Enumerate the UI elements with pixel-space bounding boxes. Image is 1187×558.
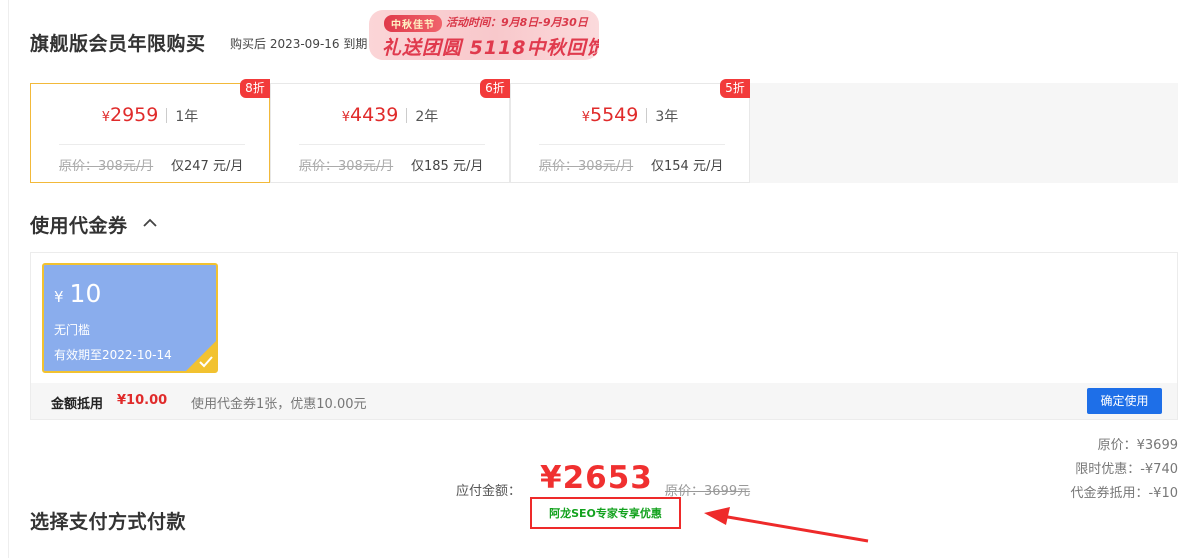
plan-card-3-year[interactable]: 5折 ¥5549 3年 原价：308元/月 仅154 元/月	[510, 79, 750, 183]
discount-badge: 6折	[480, 79, 510, 98]
promo-headline: 礼送团圆 5118中秋回馈	[382, 37, 599, 59]
discount-badge: 5折	[720, 79, 750, 98]
summary-original-price: 原价：¥3699	[1097, 438, 1178, 453]
summary-limited-discount: 限时优惠：-¥740	[1075, 462, 1178, 477]
confirm-voucher-button[interactable]: 确定使用	[1087, 388, 1162, 414]
voucher-card[interactable]: ¥10 无门槛 有效期至2022-10-14	[42, 263, 218, 373]
summary-voucher-deduction: 代金券抵用：-¥10	[1070, 486, 1178, 501]
plan-monthly-price: 仅247 元/月	[171, 159, 244, 174]
plan-monthly-price: 仅154 元/月	[651, 159, 724, 174]
promo-tag: 中秋佳节	[384, 15, 442, 32]
voucher-validity: 有效期至2022-10-14	[54, 348, 172, 362]
discount-note: 阿龙SEO专家专享优惠	[549, 507, 662, 520]
voucher-panel: ¥10 无门槛 有效期至2022-10-14 金额抵用 ¥10.00 使用代金券…	[30, 252, 1178, 420]
plan-price-row: ¥4439 2年	[271, 104, 509, 126]
voucher-summary-bar: 金额抵用 ¥10.00 使用代金券1张，优惠10.00元 确定使用	[31, 383, 1177, 419]
voucher-section-title: 使用代金券	[30, 215, 128, 237]
discount-annotation-box: 阿龙SEO专家专享优惠	[530, 497, 681, 529]
plan-card-2-year[interactable]: 6折 ¥4439 2年 原价：308元/月 仅185 元/月	[270, 79, 510, 183]
divider	[59, 144, 245, 145]
divider	[299, 144, 485, 145]
deduct-amount: ¥10.00	[117, 393, 168, 408]
plan-price-row: ¥2959 1年	[31, 104, 269, 126]
promo-banner[interactable]: 中秋佳节 活动时间：9月8日-9月30日 礼送团圆 5118中秋回馈	[369, 10, 599, 60]
currency-symbol: ¥	[101, 110, 110, 125]
voucher-condition: 无门槛	[54, 323, 91, 337]
voucher-amount: ¥10	[54, 279, 101, 308]
plan-price: 2959	[110, 104, 159, 126]
plan-term: 2年	[415, 109, 439, 125]
divider	[646, 108, 648, 123]
plan-original-price: 原价：308元/月	[539, 159, 634, 174]
promo-time: 活动时间：9月8日-9月30日	[446, 16, 588, 29]
chevron-up-icon[interactable]	[141, 214, 159, 232]
plan-monthly-price: 仅185 元/月	[411, 159, 484, 174]
expire-note: 购买后 2023-09-16 到期	[230, 37, 368, 51]
currency-symbol: ¥	[54, 288, 64, 306]
payment-section-title: 选择支付方式付款	[30, 511, 187, 533]
plan-price-row: ¥5549 3年	[511, 104, 749, 126]
plan-price: 5549	[590, 104, 639, 126]
plan-price: 4439	[350, 104, 399, 126]
divider	[406, 108, 408, 123]
plan-original-price: 原价：308元/月	[299, 159, 394, 174]
plan-term: 1年	[175, 109, 199, 125]
plan-term: 3年	[655, 109, 679, 125]
check-icon	[199, 356, 213, 368]
currency-symbol: ¥	[341, 110, 350, 125]
currency-symbol: ¥	[581, 110, 590, 125]
discount-badge: 8折	[240, 79, 270, 98]
divider	[539, 144, 725, 145]
deduct-description: 使用代金券1张，优惠10.00元	[191, 397, 367, 412]
divider	[166, 108, 168, 123]
plan-original-price: 原价：308元/月	[59, 159, 154, 174]
plan-options: 8折 ¥2959 1年 原价：308元/月 仅247 元/月 6折 ¥4439 2年…	[30, 79, 1178, 183]
left-border-line	[8, 0, 9, 558]
plan-card-1-year[interactable]: 8折 ¥2959 1年 原价：308元/月 仅247 元/月	[30, 79, 270, 183]
payable-label: 应付金额：	[456, 484, 522, 499]
voucher-value: 10	[69, 279, 102, 308]
payable-amount: ¥2653	[540, 460, 653, 496]
deduct-label: 金额抵用	[51, 397, 104, 412]
arrow-icon	[704, 507, 869, 543]
page-title: 旗舰版会员年限购买	[30, 33, 206, 55]
